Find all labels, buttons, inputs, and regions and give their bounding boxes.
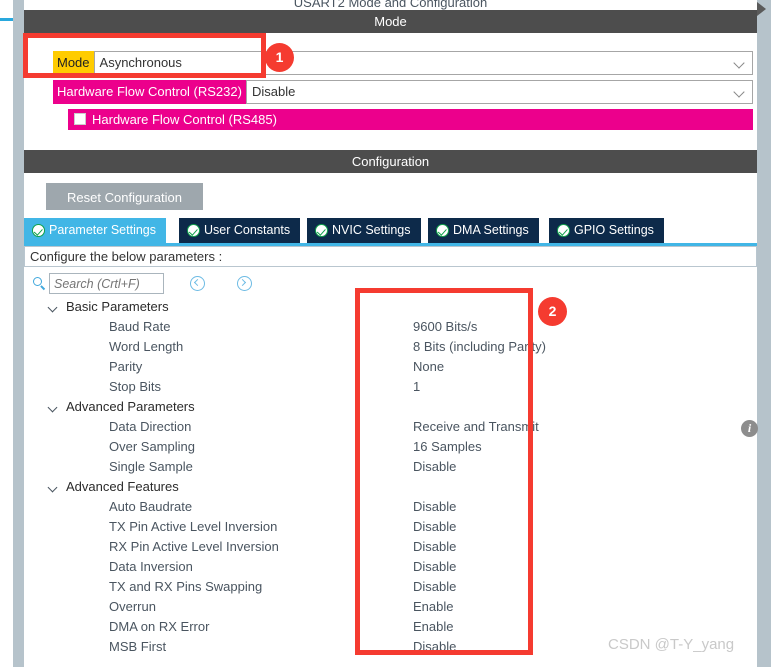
- parameter-values-column: . 9600 Bits/s 8 Bits (including Parity) …: [413, 297, 573, 657]
- hardware-flow-control-rs485-checkbox-row[interactable]: Hardware Flow Control (RS485): [68, 109, 753, 130]
- tab-label: Parameter Settings: [49, 223, 156, 237]
- configuration-panel: Configuration Reset Configuration Parame…: [24, 150, 758, 667]
- value-stop-bits[interactable]: 1: [413, 377, 573, 397]
- tree-group-label: Advanced Parameters: [66, 399, 195, 414]
- check-circle-icon: [557, 224, 570, 237]
- value-over-sampling[interactable]: 16 Samples: [413, 437, 573, 457]
- tree-item-over-sampling[interactable]: Over Sampling: [24, 437, 404, 457]
- tree-group-label: Basic Parameters: [66, 299, 169, 314]
- tree-item-stop-bits[interactable]: Stop Bits: [24, 377, 404, 397]
- tree-item-word-length[interactable]: Word Length: [24, 337, 404, 357]
- search-next-icon[interactable]: [237, 276, 252, 291]
- search-previous-icon[interactable]: [190, 276, 205, 291]
- mode-row: Mode Asynchronous: [53, 51, 753, 75]
- value-msb-first[interactable]: Disable: [413, 637, 573, 657]
- tree-item-tx-pin-active-level-inversion[interactable]: TX Pin Active Level Inversion: [24, 517, 404, 537]
- tree-item-tx-and-rx-pins-swapping[interactable]: TX and RX Pins Swapping: [24, 577, 404, 597]
- tab-label: User Constants: [204, 223, 291, 237]
- annotation-badge-2: 2: [538, 297, 567, 326]
- tree-item-auto-baudrate[interactable]: Auto Baudrate: [24, 497, 404, 517]
- value-parity[interactable]: None: [413, 357, 573, 377]
- tree-item-single-sample[interactable]: Single Sample: [24, 457, 404, 477]
- mode-section-header: Mode: [24, 10, 757, 33]
- mode-label: Mode: [53, 51, 94, 75]
- value-data-direction[interactable]: Receive and Transmit: [413, 417, 573, 437]
- right-panel-gutter[interactable]: [757, 0, 771, 667]
- left-panel-gutter: [13, 0, 24, 667]
- hardware-flow-control-rs232-value: Disable: [251, 84, 296, 99]
- mode-panel: Mode Mode Asynchronous Hardware Flow Con…: [24, 10, 757, 141]
- tab-user-constants[interactable]: User Constants: [179, 218, 302, 243]
- tree-group-advanced-features[interactable]: Advanced Features: [24, 477, 404, 497]
- configuration-section-header: Configuration: [24, 150, 757, 173]
- chevron-down-icon[interactable]: [49, 484, 57, 492]
- tab-gpio-settings[interactable]: GPIO Settings: [549, 218, 665, 243]
- tree-group-label: Advanced Features: [66, 479, 179, 494]
- value-spacer: .: [413, 477, 573, 497]
- tree-item-data-direction[interactable]: Data Direction: [24, 417, 404, 437]
- configure-hint: Configure the below parameters :: [24, 246, 757, 267]
- value-rx-pin-active-level-inversion[interactable]: Disable: [413, 537, 573, 557]
- hardware-flow-control-rs232-dropdown[interactable]: Disable: [245, 80, 753, 104]
- value-dma-on-rx-error[interactable]: Enable: [413, 617, 573, 637]
- settings-tabstrip: Parameter Settings User Constants NVIC S…: [24, 218, 757, 243]
- value-data-inversion[interactable]: Disable: [413, 557, 573, 577]
- expand-right-arrow-icon[interactable]: [757, 2, 766, 16]
- watermark: CSDN @T-Y_yang: [608, 636, 735, 653]
- left-tab-indicator: [0, 18, 13, 21]
- chevron-down-icon: [735, 88, 744, 93]
- tree-item-data-inversion[interactable]: Data Inversion: [24, 557, 404, 577]
- chevron-down-icon[interactable]: [49, 404, 57, 412]
- parameter-tree: Basic Parameters Baud Rate Word Length P…: [24, 297, 546, 657]
- value-overrun[interactable]: Enable: [413, 597, 573, 617]
- tab-parameter-settings[interactable]: Parameter Settings: [24, 218, 167, 243]
- annotation-badge-1: 1: [265, 43, 294, 72]
- search-icon: [33, 277, 46, 291]
- check-circle-icon: [436, 224, 449, 237]
- checkbox-icon[interactable]: [74, 113, 86, 125]
- tab-label: DMA Settings: [453, 223, 529, 237]
- check-circle-icon: [187, 224, 200, 237]
- tree-item-rx-pin-active-level-inversion[interactable]: RX Pin Active Level Inversion: [24, 537, 404, 557]
- left-margin: [0, 0, 13, 667]
- mode-dropdown[interactable]: Asynchronous: [93, 51, 753, 75]
- value-word-length[interactable]: 8 Bits (including Parity): [413, 337, 573, 357]
- tree-item-baud-rate[interactable]: Baud Rate: [24, 317, 404, 337]
- hardware-flow-control-rs232-row: Hardware Flow Control (RS232) Disable: [53, 80, 753, 104]
- value-auto-baudrate[interactable]: Disable: [413, 497, 573, 517]
- value-tx-pin-active-level-inversion[interactable]: Disable: [413, 517, 573, 537]
- hardware-flow-control-rs232-label: Hardware Flow Control (RS232): [53, 80, 246, 104]
- hardware-flow-control-rs485-label: Hardware Flow Control (RS485): [92, 112, 277, 127]
- tab-nvic-settings[interactable]: NVIC Settings: [307, 218, 422, 243]
- tree-item-overrun[interactable]: Overrun: [24, 597, 404, 617]
- reset-configuration-button[interactable]: Reset Configuration: [46, 183, 203, 210]
- usart-configuration-screen: USART2 Mode and Configuration Mode Mode …: [0, 0, 771, 667]
- value-tx-and-rx-pins-swapping[interactable]: Disable: [413, 577, 573, 597]
- tree-item-parity[interactable]: Parity: [24, 357, 404, 377]
- check-circle-icon: [315, 224, 328, 237]
- chevron-down-icon: [735, 59, 744, 64]
- check-circle-icon: [32, 224, 45, 237]
- search-row: [24, 272, 757, 296]
- tab-dma-settings[interactable]: DMA Settings: [428, 218, 540, 243]
- value-single-sample[interactable]: Disable: [413, 457, 573, 477]
- tree-group-advanced-parameters[interactable]: Advanced Parameters: [24, 397, 404, 417]
- tab-label: GPIO Settings: [574, 223, 654, 237]
- chevron-down-icon[interactable]: [49, 304, 57, 312]
- tree-item-dma-on-rx-error[interactable]: DMA on RX Error: [24, 617, 404, 637]
- info-icon[interactable]: i: [741, 420, 758, 437]
- search-input[interactable]: [49, 273, 164, 294]
- mode-dropdown-value: Asynchronous: [99, 55, 182, 70]
- value-spacer: .: [413, 397, 573, 417]
- tree-item-msb-first[interactable]: MSB First: [24, 637, 404, 657]
- tree-group-basic-parameters[interactable]: Basic Parameters: [24, 297, 404, 317]
- tab-label: NVIC Settings: [332, 223, 411, 237]
